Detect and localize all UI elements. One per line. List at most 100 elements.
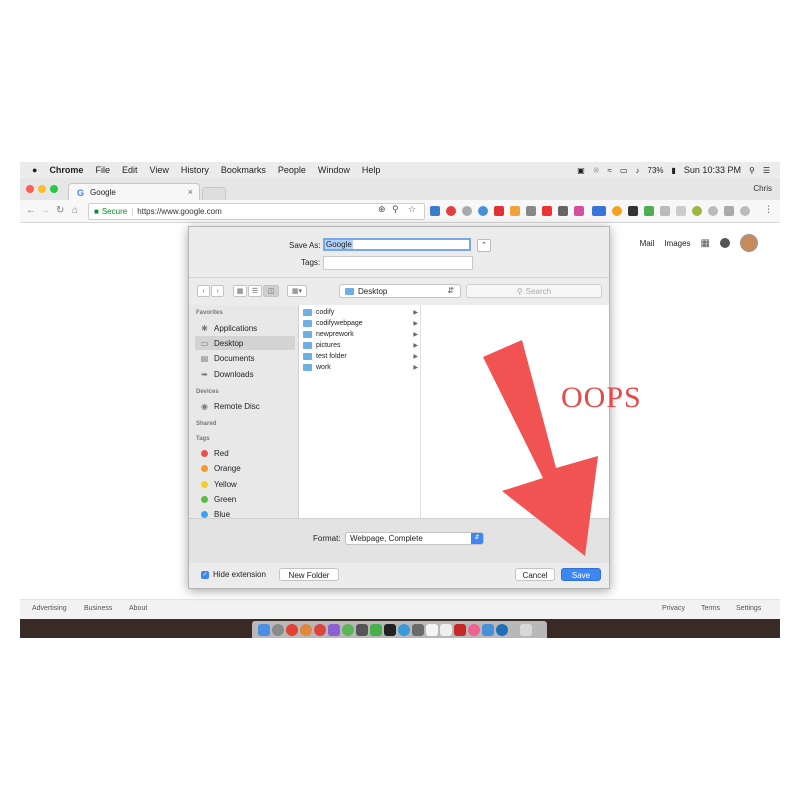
folder-row-pictures[interactable]: pictures ▶ [299, 340, 420, 351]
folder-row-codify[interactable]: codify ▶ [299, 307, 420, 318]
sidebar-tag-red[interactable]: Red [195, 446, 295, 460]
menu-view[interactable]: View [149, 165, 168, 175]
back-icon[interactable]: ← [26, 205, 36, 216]
footer-about[interactable]: About [129, 605, 147, 612]
extension-icon[interactable] [692, 206, 702, 216]
gallery-view-button[interactable]: ▦▾ [287, 285, 307, 297]
folder-row-codifywebpage[interactable]: codifywebpage ▶ [299, 318, 420, 329]
extension-icon[interactable] [574, 206, 584, 216]
new-tab-button[interactable] [202, 187, 226, 201]
footer-privacy[interactable]: Privacy [662, 605, 685, 612]
menu-people[interactable]: People [278, 165, 306, 175]
extension-icon[interactable] [510, 206, 520, 216]
extension-icon[interactable] [494, 206, 504, 216]
extension-icon[interactable] [542, 206, 552, 216]
sidebar-item-applications[interactable]: ✱ Applications [195, 321, 295, 335]
footer-settings[interactable]: Settings [736, 605, 761, 612]
extension-icon[interactable] [724, 206, 734, 216]
profile-name[interactable]: Chris [753, 184, 772, 193]
extension-icon[interactable] [612, 206, 622, 216]
location-popup[interactable]: Desktop ⇵ [339, 284, 461, 298]
sidebar-item-documents[interactable]: ▤ Documents [195, 351, 295, 365]
sidebar-item-remote-disc[interactable]: ◉ Remote Disc [195, 399, 295, 413]
app-icon[interactable] [398, 623, 410, 636]
notification-center-icon[interactable]: ☰ [763, 166, 770, 175]
sidebar-tag-orange[interactable]: Orange [195, 461, 295, 475]
hide-extension-checkbox[interactable]: ✓ Hide extension [201, 570, 266, 579]
extension-icon[interactable] [708, 206, 718, 216]
collapse-chevron-icon[interactable]: ⌃ [477, 239, 491, 252]
list-view-button[interactable]: ☰ [248, 285, 262, 297]
app-icon[interactable] [328, 623, 340, 636]
extension-icon[interactable] [462, 206, 472, 216]
launchpad-icon[interactable] [272, 623, 284, 636]
lock-icon[interactable]: ■ [94, 207, 99, 216]
tags-field[interactable] [323, 256, 473, 270]
forward-nav-button[interactable]: › [211, 285, 224, 297]
minimize-window-button[interactable] [38, 185, 46, 193]
menu-window[interactable]: Window [318, 165, 350, 175]
battery-icon[interactable]: ▮ [672, 166, 676, 175]
extension-icon[interactable] [660, 206, 670, 216]
extension-icon[interactable] [430, 206, 440, 216]
trash-icon[interactable] [520, 623, 532, 636]
extension-icon[interactable] [558, 206, 568, 216]
status-icon[interactable]: ▣ [577, 166, 585, 175]
app-icon[interactable] [426, 623, 438, 636]
bluetooth-icon[interactable]: ※ [593, 166, 600, 175]
apps-grid-icon[interactable]: ▦ [701, 238, 710, 249]
menu-history[interactable]: History [181, 165, 209, 175]
app-icon[interactable] [440, 623, 452, 636]
sidebar-item-desktop[interactable]: ▭ Desktop [195, 336, 295, 350]
bookmark-star-icon[interactable]: ☆ [408, 204, 416, 215]
app-icon[interactable] [300, 623, 312, 636]
zoom-window-button[interactable] [50, 185, 58, 193]
app-icon[interactable] [356, 623, 368, 636]
extension-icon[interactable] [526, 206, 536, 216]
save-as-field[interactable]: Google [323, 238, 471, 251]
cancel-button[interactable]: Cancel [515, 568, 555, 581]
footer-business[interactable]: Business [84, 605, 112, 612]
icon-view-button[interactable]: ▦ [233, 285, 247, 297]
sidebar-item-downloads[interactable]: ➥ Downloads [195, 367, 295, 381]
mail-link[interactable]: Mail [640, 239, 655, 248]
close-window-button[interactable] [26, 185, 34, 193]
menu-bookmarks[interactable]: Bookmarks [221, 165, 266, 175]
spotlight-icon[interactable]: ⚲ [749, 166, 755, 175]
itunes-icon[interactable] [468, 623, 480, 636]
menu-kebab-icon[interactable]: ⋮ [764, 204, 773, 215]
footer-advertising[interactable]: Advertising [32, 605, 67, 612]
wifi-icon[interactable]: ≈ [608, 166, 612, 175]
new-folder-button[interactable]: New Folder [279, 568, 339, 581]
sidebar-tag-green[interactable]: Green [195, 492, 295, 506]
extension-icon[interactable] [676, 206, 686, 216]
tab-google[interactable]: G Google × [68, 183, 200, 201]
extension-icon[interactable] [644, 206, 654, 216]
chrome-icon[interactable] [286, 623, 298, 636]
app-icon[interactable] [482, 623, 494, 636]
app-icon[interactable] [342, 623, 354, 636]
extension-icon[interactable] [740, 206, 750, 216]
menu-file[interactable]: File [95, 165, 110, 175]
avatar[interactable] [740, 234, 758, 252]
terminal-icon[interactable] [384, 623, 396, 636]
address-bar[interactable]: ■ Secure | https://www.google.com [88, 203, 425, 220]
clock[interactable]: Sun 10:33 PM [684, 165, 741, 175]
format-select[interactable]: Webpage, Complete ⇵ [345, 532, 484, 545]
save-as-value[interactable]: Google [325, 240, 353, 249]
sidebar-tag-yellow[interactable]: Yellow [195, 477, 295, 491]
zoom-icon[interactable]: ⚲ [392, 204, 399, 215]
extension-icon[interactable] [446, 206, 456, 216]
extension-icon[interactable] [592, 206, 606, 216]
close-tab-icon[interactable]: × [188, 187, 193, 197]
back-nav-button[interactable]: ‹ [197, 285, 210, 297]
app-icon[interactable] [314, 623, 326, 636]
menu-app-name[interactable]: Chrome [49, 165, 83, 175]
home-icon[interactable]: ⌂ [72, 205, 78, 216]
app-icon[interactable] [412, 623, 424, 636]
app-icon[interactable] [370, 623, 382, 636]
menu-edit[interactable]: Edit [122, 165, 138, 175]
airplay-icon[interactable]: ▭ [620, 166, 628, 175]
app-icon[interactable] [496, 623, 508, 636]
url-text[interactable]: https://www.google.com [137, 207, 221, 216]
